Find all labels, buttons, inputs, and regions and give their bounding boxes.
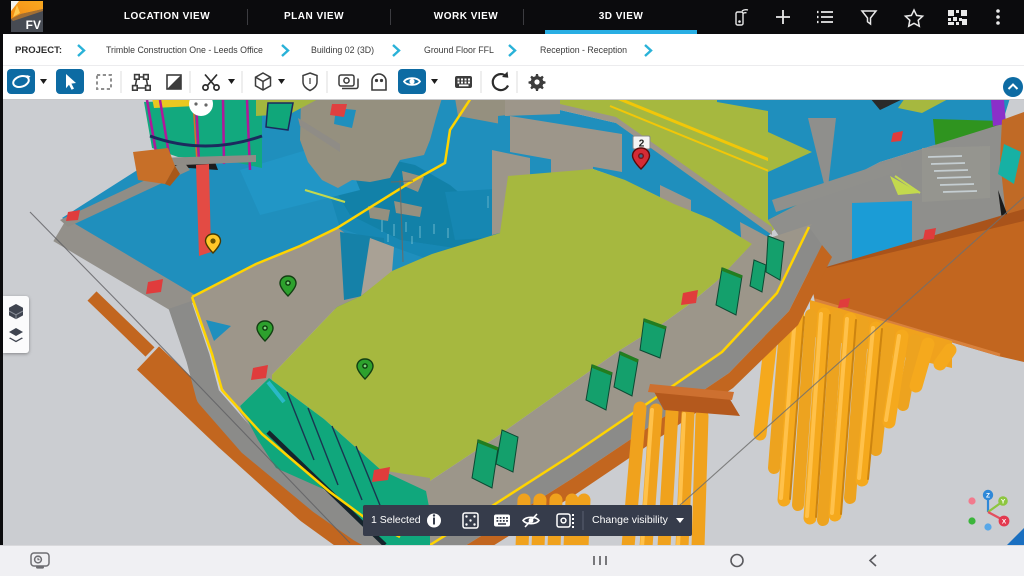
svg-text:FV: FV	[26, 18, 41, 32]
svg-text:X: X	[1002, 519, 1007, 526]
svg-text:Z: Z	[986, 493, 990, 500]
svg-text:Y: Y	[1001, 499, 1006, 506]
